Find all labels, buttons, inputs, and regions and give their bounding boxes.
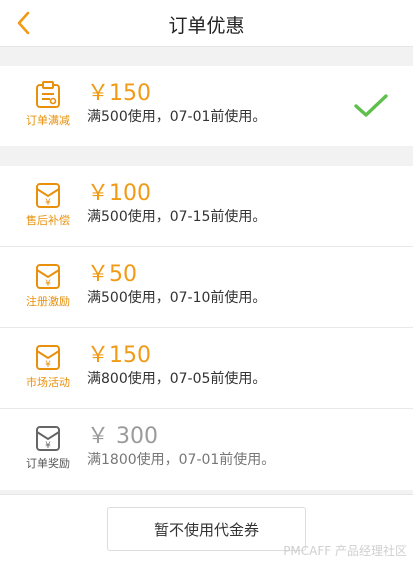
clipboard-icon [36, 81, 60, 108]
coupon-item-disabled: ¥ 订单奖励 ￥ 300 满1800使用，07-01前使用。 [0, 409, 413, 489]
svg-text:¥: ¥ [45, 198, 51, 208]
svg-text:¥: ¥ [45, 360, 51, 370]
coupon-amount: ￥150 [87, 81, 151, 106]
coupon-amount: ￥50 [87, 262, 137, 287]
no-coupon-button[interactable]: 暂不使用代金券 [107, 507, 306, 551]
coupon-description: 满500使用，07-01前使用。 [87, 109, 267, 125]
footer-bar: 暂不使用代金券 PMCAFF 产品经理社区 [0, 494, 413, 565]
coupon-amount: ￥100 [87, 181, 151, 206]
red-envelope-icon: ¥ [36, 426, 60, 451]
svg-text:¥: ¥ [45, 441, 51, 451]
header-bar: 订单优惠 [0, 0, 413, 47]
coupon-type: ¥ 订单奖励 [19, 423, 77, 471]
coupon-description: 满500使用，07-10前使用。 [87, 290, 267, 306]
coupon-list: ¥ 售后补偿 ￥100 满500使用，07-15前使用。 ¥ 注册激励 ￥50 … [0, 166, 413, 490]
red-envelope-icon: ¥ [36, 345, 60, 370]
coupon-type: 订单满减 [19, 80, 77, 128]
coupon-type: ¥ 注册激励 [19, 261, 77, 309]
coupon-description: 满800使用，07-05前使用。 [87, 371, 267, 387]
red-envelope-icon: ¥ [36, 264, 60, 289]
coupon-type-label: 订单满减 [26, 114, 70, 127]
coupon-description: 满500使用，07-15前使用。 [87, 209, 267, 225]
selected-coupon-section: 订单满减 ￥150 满500使用，07-01前使用。 [0, 66, 413, 146]
watermark: PMCAFF 产品经理社区 [283, 544, 407, 558]
red-envelope-icon: ¥ [36, 183, 60, 208]
coupon-item-selected[interactable]: 订单满减 ￥150 满500使用，07-01前使用。 [0, 66, 413, 146]
coupon-description: 满1800使用，07-01前使用。 [87, 452, 276, 468]
coupon-item[interactable]: ¥ 市场活动 ￥150 满800使用，07-05前使用。 [0, 328, 413, 409]
coupon-type-label: 售后补偿 [26, 214, 70, 227]
coupon-type-label: 市场活动 [26, 376, 70, 389]
coupon-type-label: 注册激励 [26, 295, 70, 308]
svg-text:¥: ¥ [45, 279, 51, 289]
coupon-item[interactable]: ¥ 注册激励 ￥50 满500使用，07-10前使用。 [0, 247, 413, 328]
coupon-type: ¥ 售后补偿 [19, 180, 77, 228]
checkmark-icon [354, 94, 388, 117]
coupon-amount: ￥150 [87, 343, 151, 368]
page-title: 订单优惠 [168, 15, 245, 37]
coupon-amount: ￥ 300 [87, 424, 158, 449]
coupon-type-label: 订单奖励 [26, 457, 70, 470]
coupon-type: ¥ 市场活动 [19, 342, 77, 390]
coupon-item[interactable]: ¥ 售后补偿 ￥100 满500使用，07-15前使用。 [0, 166, 413, 247]
